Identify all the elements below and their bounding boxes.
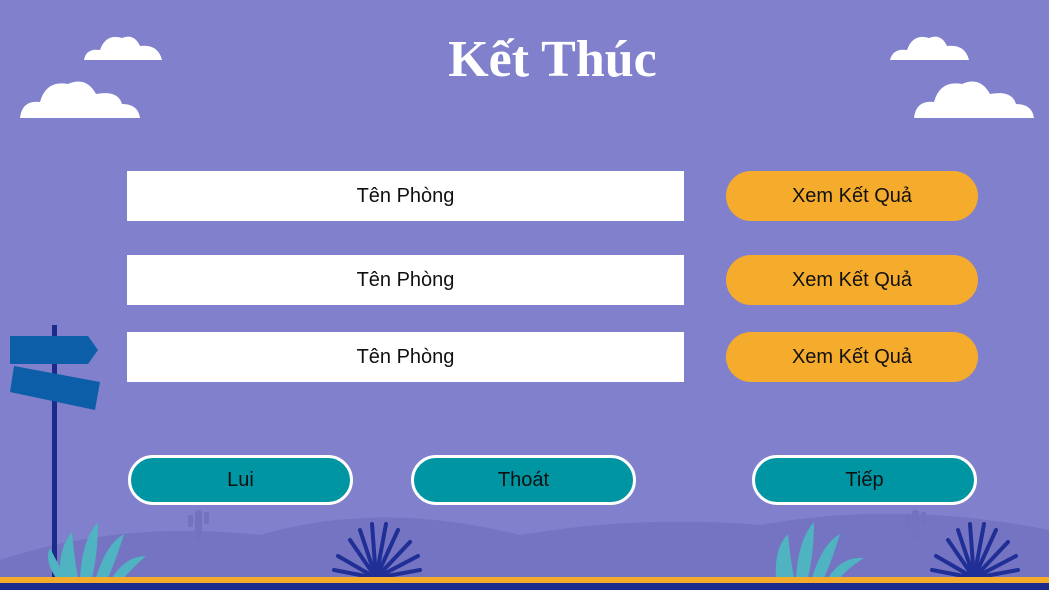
back-button[interactable]: Lui <box>128 455 353 505</box>
view-result-button[interactable]: Xem Kết Quả <box>726 171 978 221</box>
exit-button[interactable]: Thoát <box>411 455 636 505</box>
room-name-field: Tên Phòng <box>127 171 684 221</box>
room-name-field: Tên Phòng <box>127 332 684 382</box>
ground-base <box>0 583 1049 590</box>
view-result-button[interactable]: Xem Kết Quả <box>726 255 978 305</box>
ground-strip <box>0 577 1049 583</box>
page-title: Kết Thúc <box>448 31 657 88</box>
room-name-field: Tên Phòng <box>127 255 684 305</box>
view-result-button[interactable]: Xem Kết Quả <box>726 332 978 382</box>
next-button[interactable]: Tiếp <box>752 455 977 505</box>
